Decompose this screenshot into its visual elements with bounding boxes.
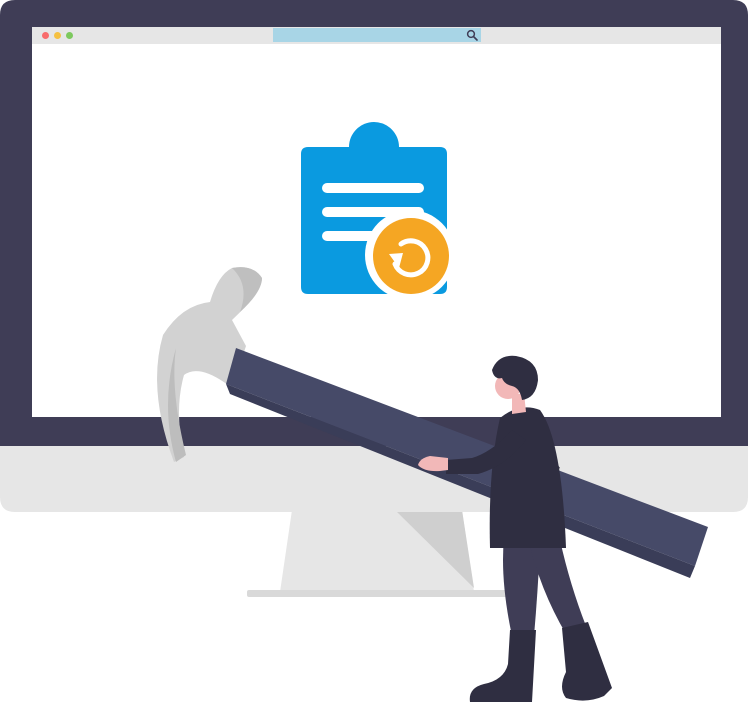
person bbox=[418, 355, 612, 702]
person-left-boot bbox=[469, 630, 536, 702]
person-right-boot bbox=[562, 622, 612, 701]
person-torso bbox=[489, 407, 566, 548]
person-hand bbox=[418, 456, 448, 472]
illustration-scene bbox=[0, 0, 748, 708]
